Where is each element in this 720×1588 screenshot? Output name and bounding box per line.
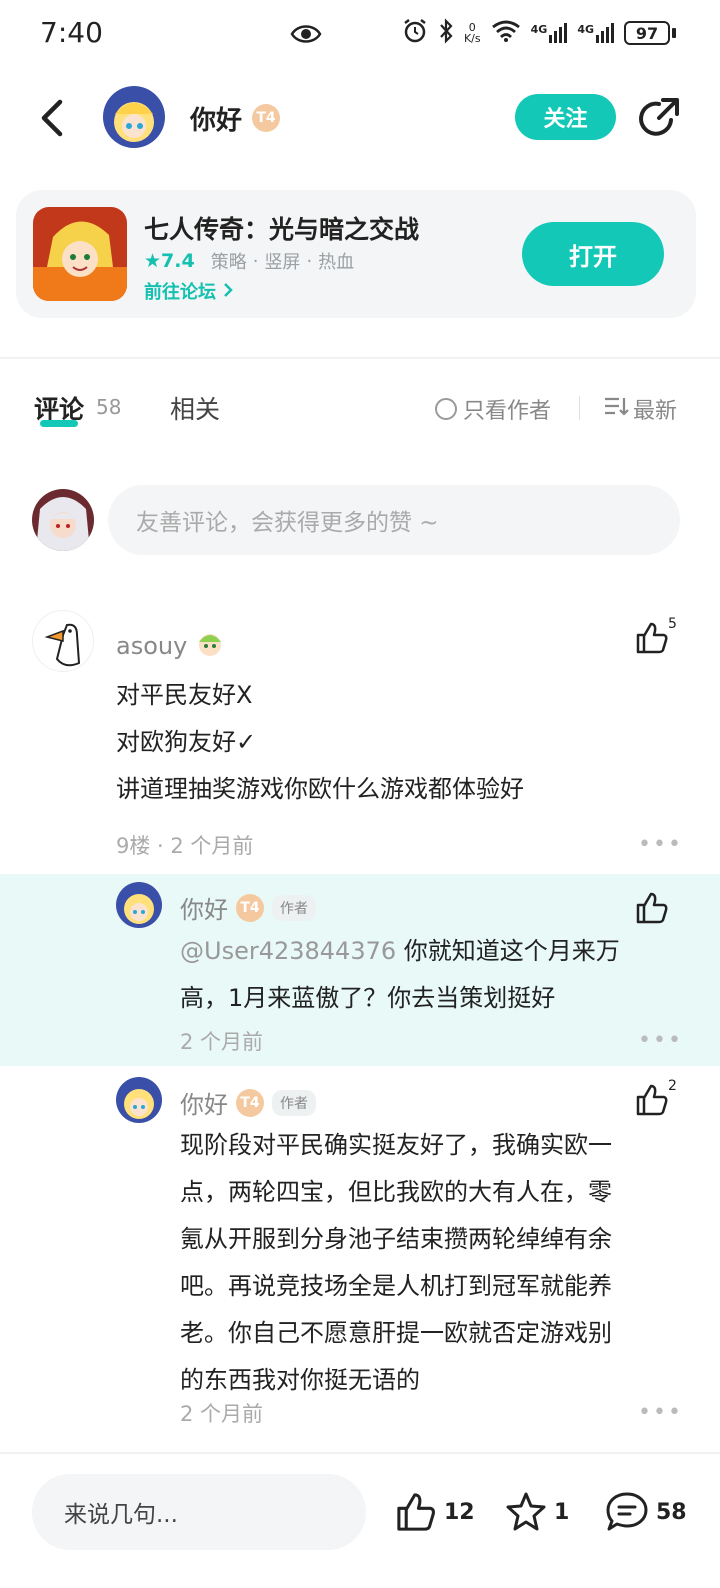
- user-emblem-icon: [195, 628, 225, 664]
- reply-avatar[interactable]: [116, 1077, 162, 1123]
- comment-bubble-icon: [606, 1492, 648, 1531]
- thumbs-up-icon: [636, 892, 668, 924]
- my-avatar: [32, 489, 94, 551]
- tab-related[interactable]: 相关: [170, 390, 220, 426]
- commenter-name[interactable]: asouy: [116, 628, 225, 664]
- follow-button[interactable]: 关注: [515, 94, 616, 140]
- favorite-count: 1: [554, 1499, 570, 1525]
- divider: [0, 1452, 720, 1454]
- signal-icon-2: 4G: [577, 23, 614, 43]
- wifi-icon: [491, 19, 521, 47]
- game-icon[interactable]: [33, 207, 127, 301]
- forum-link[interactable]: 前往论坛: [144, 278, 234, 304]
- sort-button[interactable]: 最新: [603, 393, 677, 425]
- level-badge: T4: [236, 893, 264, 922]
- commenter-avatar[interactable]: [32, 610, 94, 672]
- chevron-right-icon: [222, 282, 234, 303]
- reply-author[interactable]: 你好 T4 作者: [180, 1085, 316, 1120]
- post-header: 你好 T4 关注: [0, 80, 720, 160]
- post-like-count: 12: [444, 1499, 475, 1525]
- signal-icon-1: 4G: [531, 23, 568, 43]
- sort-icon: [603, 395, 629, 423]
- tag-separator: ·: [252, 250, 259, 272]
- more-icon[interactable]: •••: [638, 1028, 683, 1053]
- game-tag: 竖屏: [264, 252, 301, 273]
- tab-active-indicator: [40, 420, 78, 427]
- like-button[interactable]: 5: [634, 616, 682, 664]
- game-title: 七人传奇：光与暗之交战: [144, 215, 420, 244]
- bluetooth-icon: [438, 18, 454, 48]
- game-tag: 热血: [318, 252, 355, 273]
- game-meta: ★7.4 策略 · 竖屏 · 热血: [144, 248, 354, 274]
- star-icon: [506, 1492, 546, 1531]
- share-icon[interactable]: [637, 96, 681, 140]
- alarm-icon: [402, 18, 428, 48]
- favorite-button[interactable]: 1: [504, 1490, 569, 1534]
- thumbs-up-icon: [397, 1493, 435, 1531]
- comment-input[interactable]: 友善评论，会获得更多的赞 ~: [108, 485, 680, 555]
- game-rating: ★7.4: [144, 250, 195, 272]
- back-icon[interactable]: [34, 96, 74, 140]
- author-tag: 作者: [272, 894, 316, 921]
- like-count: 2: [668, 1078, 677, 1094]
- like-button[interactable]: 2: [634, 1078, 682, 1126]
- reply-text: @User423844376 你就知道这个月来万 高，1月来蓝傲了？你去当策划挺…: [180, 937, 620, 1012]
- open-game-button[interactable]: 打开: [522, 222, 664, 286]
- battery-icon: 97: [624, 21, 676, 45]
- reply-avatar[interactable]: [116, 882, 162, 928]
- more-icon[interactable]: •••: [638, 832, 683, 857]
- reply-meta: 2 个月前: [180, 1402, 264, 1426]
- like-button[interactable]: [634, 890, 682, 934]
- eye-icon: [290, 20, 322, 52]
- like-post-button[interactable]: 12: [394, 1490, 475, 1534]
- thumbs-up-icon: [636, 622, 668, 654]
- only-author-toggle[interactable]: 只看作者: [435, 393, 551, 425]
- comment-meta: 9楼 · 2 个月前: [116, 834, 254, 858]
- status-icons: 0 K/s 4G 4G 97: [402, 18, 676, 48]
- more-icon[interactable]: •••: [638, 1400, 683, 1425]
- status-time: 7:40: [40, 16, 103, 49]
- comments-count: 58: [96, 395, 122, 419]
- level-badge: T4: [236, 1088, 264, 1117]
- author-avatar[interactable]: [103, 86, 165, 148]
- comment-tabs: 评论 58 相关 只看作者 最新: [0, 384, 720, 434]
- mention-link[interactable]: @User423844376: [180, 937, 396, 965]
- post-comment-count: 58: [656, 1499, 687, 1525]
- divider: [0, 357, 720, 359]
- tag-separator: ·: [306, 250, 313, 272]
- comment-button[interactable]: 58: [604, 1490, 687, 1534]
- status-bar: 7:40 0 K/s 4G 4G 97: [0, 0, 720, 70]
- game-card[interactable]: 七人传奇：光与暗之交战 ★7.4 策略 · 竖屏 · 热血 前往论坛 打开: [16, 190, 696, 318]
- radio-icon: [435, 398, 457, 420]
- tab-separator: [579, 396, 580, 420]
- author-name[interactable]: 你好: [190, 100, 242, 137]
- reply-author[interactable]: 你好 T4 作者: [180, 890, 316, 925]
- comment-text: 对平民友好X 对欧狗友好✓ 讲道理抽奖游戏你欧什么游戏都体验好: [116, 681, 524, 803]
- thumbs-up-icon: [636, 1084, 668, 1116]
- battery-level: 97: [624, 21, 670, 45]
- net-speed: 0 K/s: [463, 21, 481, 45]
- reply-text: 现阶段对平民确实挺友好了，我确实欧一 点，两轮四宝，但比我欧的大有人在，零 氪从…: [180, 1131, 612, 1394]
- game-tag: 策略: [210, 252, 247, 273]
- reply-input[interactable]: 来说几句...: [32, 1474, 366, 1550]
- level-badge: T4: [252, 104, 280, 132]
- author-tag: 作者: [272, 1089, 316, 1116]
- like-count: 5: [668, 616, 677, 632]
- reply-meta: 2 个月前: [180, 1030, 264, 1054]
